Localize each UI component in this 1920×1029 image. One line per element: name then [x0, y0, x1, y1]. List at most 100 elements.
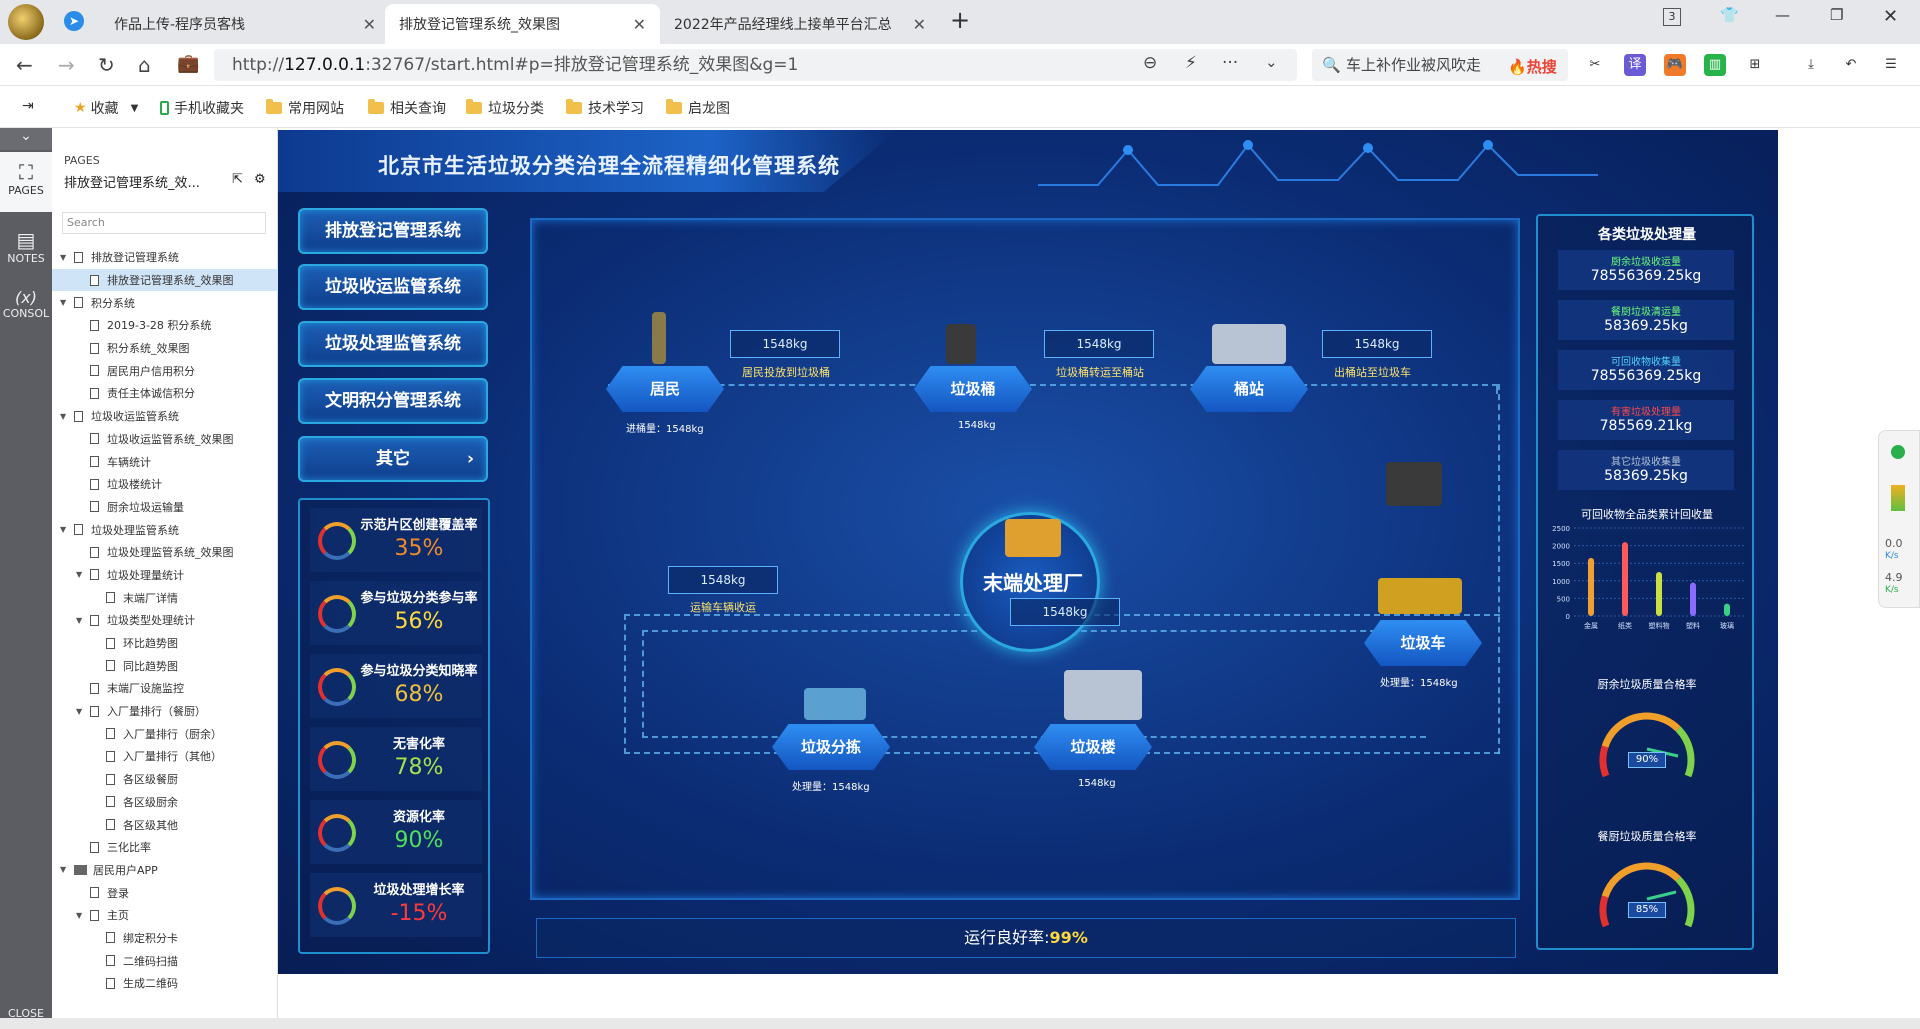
pages-search-input[interactable]: Search	[62, 212, 266, 234]
tree-item[interactable]: 2019-3-28 积分系统	[52, 314, 278, 337]
menu-emission[interactable]: 排放登记管理系统	[298, 208, 488, 254]
tree-item[interactable]: 厨余垃圾运输量	[52, 496, 278, 519]
close-icon[interactable]: ✕	[633, 15, 646, 34]
bookmark-mobile[interactable]: 手机收藏夹	[160, 98, 244, 118]
url-bar[interactable]: http://127.0.0.1:32767/start.html#p=排放登记…	[214, 49, 1297, 81]
tab-1[interactable]: 作品上传-程序员客栈 ✕	[100, 4, 390, 44]
undo-icon[interactable]: ↶	[1840, 54, 1862, 76]
tree-item[interactable]: 车辆统计	[52, 450, 278, 473]
rail-pages[interactable]: ⛶ PAGES	[0, 152, 52, 212]
tree-item[interactable]: ▼ 入厂量排行（餐厨）	[52, 700, 278, 723]
forward-icon[interactable]: →	[58, 53, 75, 77]
book-icon[interactable]: ▥	[1704, 54, 1726, 76]
bookmark-folder-common[interactable]: 常用网站	[266, 98, 344, 118]
bookmark-folder-garbage[interactable]: 垃圾分类	[466, 98, 544, 118]
bookmark-favorites[interactable]: ★ 收藏 ▼	[74, 98, 138, 118]
bookmark-folder-tech[interactable]: 技术学习	[566, 98, 644, 118]
shirt-icon[interactable]: 👕	[1720, 6, 1739, 24]
tree-item[interactable]: ▼ 积分系统	[52, 291, 278, 314]
tree-item[interactable]: 登录	[52, 881, 278, 904]
close-window-icon[interactable]: ✕	[1883, 6, 1898, 27]
tree-item[interactable]: 三化比率	[52, 836, 278, 859]
settings-icon[interactable]: ⚙	[254, 172, 266, 187]
rail-console[interactable]: (x) CONSOL	[0, 288, 52, 338]
scissors-icon[interactable]: ✂	[1584, 54, 1606, 76]
expand-arrow-icon[interactable]: ▼	[60, 253, 70, 262]
download-icon[interactable]: ⤓	[1800, 54, 1822, 76]
tree-item[interactable]: ▼ 居民用户APP	[52, 859, 278, 882]
new-tab-button[interactable]: +	[950, 6, 970, 34]
node-truck[interactable]: 垃圾车	[1364, 620, 1482, 666]
expand-arrow-icon[interactable]: ▼	[76, 570, 86, 579]
tree-item[interactable]: 居民用户信用积分	[52, 359, 278, 382]
node-tower[interactable]: 垃圾楼	[1034, 724, 1152, 770]
expand-arrow-icon[interactable]: ▼	[60, 525, 70, 534]
tree-item[interactable]: 二维码扫描	[52, 949, 278, 972]
apps-icon[interactable]: ⊞	[1744, 54, 1766, 76]
tree-item[interactable]: ▼ 垃圾收运监管系统	[52, 405, 278, 428]
more-icon[interactable]: ···	[1222, 53, 1238, 73]
export-icon[interactable]: ⇱	[232, 172, 243, 187]
tree-item[interactable]: 各区级餐厨	[52, 768, 278, 791]
tree-item[interactable]: 生成二维码	[52, 972, 278, 995]
expand-arrow-icon[interactable]: ▼	[76, 707, 86, 716]
bookmark-folder-qilong[interactable]: 启龙图	[666, 98, 730, 118]
tab-count-badge[interactable]: 3	[1663, 8, 1681, 26]
tree-item[interactable]: ▼ 垃圾处理监管系统	[52, 518, 278, 541]
reload-icon[interactable]: ↻	[98, 53, 115, 77]
expand-arrow-icon[interactable]: ▼	[76, 616, 86, 625]
collapse-icon[interactable]: ⌄	[0, 128, 52, 150]
expand-arrow-icon[interactable]: ▼	[60, 298, 70, 307]
rail-notes[interactable]: ▤ NOTES	[0, 228, 52, 278]
telegram-icon[interactable]: ➤	[64, 11, 84, 31]
tree-item[interactable]: ▼ 垃圾类型处理统计	[52, 609, 278, 632]
hot-search-label[interactable]: 🔥热搜	[1508, 56, 1557, 77]
tree-item[interactable]: 环比趋势图	[52, 632, 278, 655]
tree-item[interactable]: 末端厂设施监控	[52, 677, 278, 700]
tree-item[interactable]: 责任主体诚信积分	[52, 382, 278, 405]
menu-other[interactable]: 其它 ›	[298, 436, 488, 482]
home-icon[interactable]: ⌂	[138, 53, 151, 77]
network-widget[interactable]: 0.0 K/s 4.9 K/s	[1878, 430, 1920, 608]
tree-item[interactable]: 垃圾楼统计	[52, 473, 278, 496]
center-plant[interactable]: 末端处理厂	[960, 512, 1100, 652]
tree-item[interactable]: 垃圾处理监管系统_效果图	[52, 541, 278, 564]
expand-arrow-icon[interactable]: ▼	[60, 412, 70, 421]
tree-item[interactable]: ▼ 主页	[52, 904, 278, 927]
chevron-down-icon[interactable]: ⌄	[1265, 53, 1278, 71]
chevron-down-icon[interactable]: ▼	[131, 103, 139, 114]
tree-item[interactable]: 积分系统_效果图	[52, 337, 278, 360]
tree-item[interactable]: 绑定积分卡	[52, 927, 278, 950]
tab-2-active[interactable]: 排放登记管理系统_效果图 ✕	[385, 4, 660, 44]
minimize-icon[interactable]: —	[1775, 6, 1790, 24]
expand-arrow-icon[interactable]: ▼	[76, 911, 86, 920]
tab-3[interactable]: 2022年产品经理线上接单平台汇总 ✕	[660, 4, 940, 44]
tree-item[interactable]: 同比趋势图	[52, 654, 278, 677]
translate-icon[interactable]: 译	[1624, 54, 1646, 76]
restore-icon[interactable]: ❐	[1830, 6, 1843, 24]
briefcase-icon[interactable]: 💼	[177, 53, 199, 74]
tree-item[interactable]: 入厂量排行（其他）	[52, 745, 278, 768]
browser-logo-icon[interactable]	[8, 4, 44, 40]
tree-item[interactable]: ▼ 垃圾处理量统计	[52, 564, 278, 587]
tree-item[interactable]: 垃圾收运监管系统_效果图	[52, 428, 278, 451]
tree-item[interactable]: 排放登记管理系统_效果图	[52, 268, 278, 292]
tree-item[interactable]: ▼ 排放登记管理系统	[52, 246, 278, 269]
close-icon[interactable]: ✕	[913, 15, 926, 34]
zoom-icon[interactable]: ⊖	[1143, 53, 1157, 73]
node-station[interactable]: 桶站	[1190, 366, 1308, 412]
menu-icon[interactable]: ☰	[1880, 54, 1902, 76]
bookmark-folder-query[interactable]: 相关查询	[368, 98, 446, 118]
menu-transport[interactable]: 垃圾收运监管系统	[298, 264, 488, 310]
expand-arrow-icon[interactable]: ▼	[60, 865, 70, 874]
sidebar-toggle-icon[interactable]: ⇥	[22, 98, 34, 114]
lightning-icon[interactable]: ⚡	[1185, 53, 1197, 73]
tree-item[interactable]: 各区级其他	[52, 813, 278, 836]
game-icon[interactable]: 🎮	[1664, 54, 1686, 76]
tree-item[interactable]: 各区级厨余	[52, 791, 278, 814]
tree-item[interactable]: 末端厂详情	[52, 586, 278, 609]
close-icon[interactable]: ✕	[363, 15, 376, 34]
back-icon[interactable]: ←	[16, 53, 33, 77]
node-sort[interactable]: 垃圾分拣	[772, 724, 890, 770]
node-bin[interactable]: 垃圾桶	[914, 366, 1032, 412]
